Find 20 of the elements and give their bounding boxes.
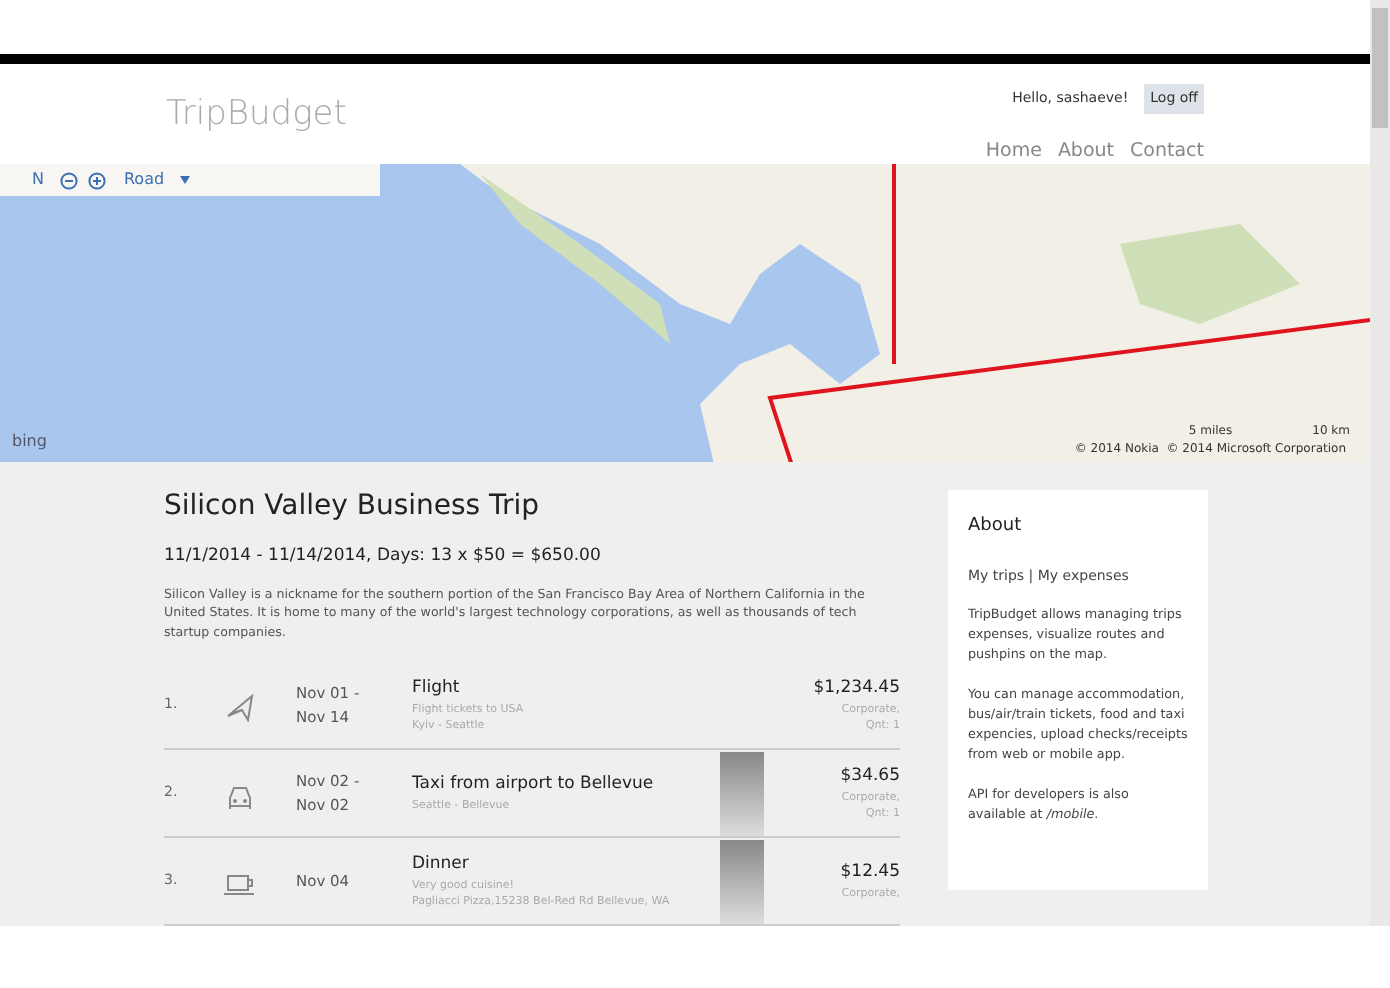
map-style-dropdown[interactable]: Road [123,168,165,193]
expense-amount: $1,234.45 [811,675,900,702]
trip-summary: 11/1/2014 - 11/14/2014, Days: 13 x $50 = $650.00 [164,543,603,570]
expense-amount: $12.45 [838,860,900,886]
expense-title: Flight [412,675,462,702]
scrollbar-thumb[interactable] [1372,8,1388,128]
nav-link[interactable]: Home [985,137,1042,166]
zoom-icon[interactable] [59,171,108,190]
compass-control[interactable]: N [32,168,44,193]
scrollbar[interactable] [1370,0,1390,926]
nav-link[interactable]: Contact [1130,137,1204,166]
plane-icon [224,691,254,722]
expense-title: Taxi from airport to Bellevue [412,772,656,798]
caret-icon[interactable] [180,176,191,185]
trip-title: Silicon Valley Business Trip [164,490,542,524]
nav-link[interactable]: About [1057,137,1115,166]
expense-title: Dinner [412,851,471,878]
bing-logo: bing [12,430,47,455]
panel-title: About [968,514,1024,541]
expense-amount: $34.65 [838,763,900,790]
